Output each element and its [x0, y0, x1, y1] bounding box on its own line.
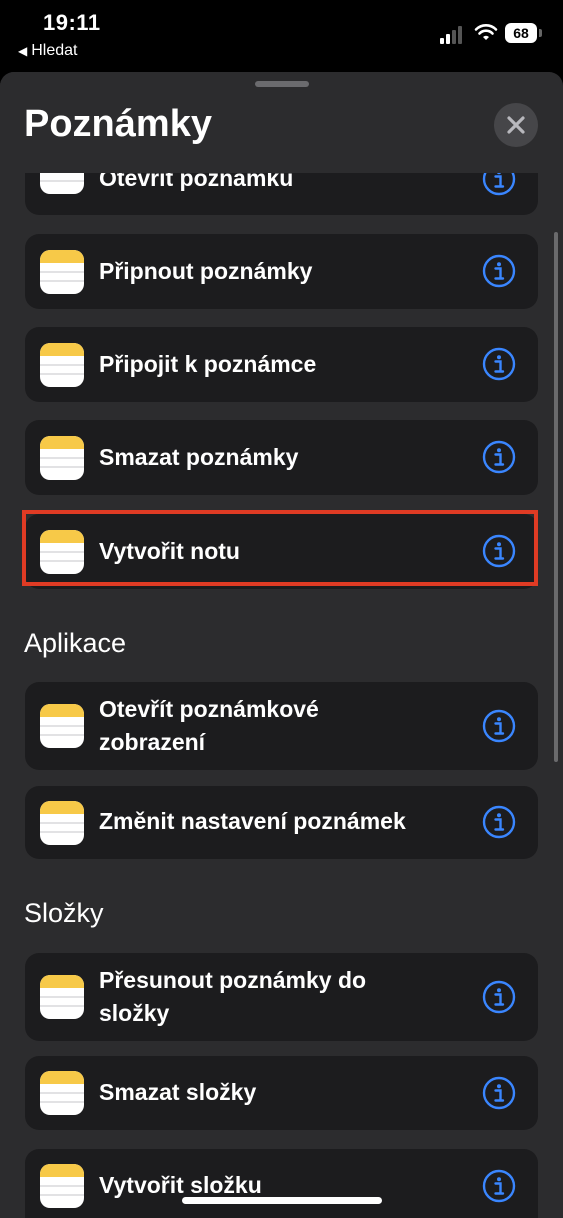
action-row-create-folder[interactable]: Vytvořit složku	[25, 1149, 538, 1218]
action-row-delete-folders[interactable]: Smazat složky	[25, 1056, 538, 1130]
notes-app-icon	[40, 801, 84, 845]
action-label: Otevřít poznámkové zobrazení	[99, 696, 319, 755]
section-title-folders: Složky	[24, 898, 104, 928]
action-row-move-notes-to-folder[interactable]: Přesunout poznámky do složky	[25, 953, 538, 1041]
action-row-change-notes-settings[interactable]: Změnit nastavení poznámek	[25, 786, 538, 859]
close-icon	[507, 116, 525, 134]
notes-app-icon	[40, 343, 84, 387]
action-label: Přesunout poznámky do složky	[99, 967, 367, 1026]
info-icon[interactable]	[482, 1076, 516, 1110]
actions-sheet: Poznámky Otevřít poznámku Poznámky	[0, 72, 563, 1218]
notes-app-icon	[40, 530, 84, 574]
info-icon[interactable]	[482, 805, 516, 839]
back-triangle-icon: ◀	[18, 44, 28, 58]
action-row-create-note[interactable]: Vytvořit notu	[25, 514, 538, 589]
notes-app-icon	[40, 1071, 84, 1115]
status-bar: 19:11 ◀ Hledat 68	[0, 0, 563, 68]
section-title-app: Aplikace	[24, 628, 127, 658]
action-label: Změnit nastavení poznámek	[99, 808, 406, 834]
info-icon[interactable]	[482, 534, 516, 568]
back-to-search-link[interactable]: ◀ Hledat	[18, 42, 77, 60]
back-link-label: Hledat	[31, 42, 78, 59]
notes-app-icon	[40, 436, 84, 480]
cellular-signal-icon	[440, 24, 466, 44]
action-label: Vytvořit notu	[99, 538, 240, 564]
notes-app-icon	[40, 1164, 84, 1208]
info-icon[interactable]	[482, 980, 516, 1014]
status-time: 19:11	[43, 10, 101, 35]
battery-tip	[539, 29, 542, 37]
battery-icon: 68	[505, 23, 537, 43]
scrollbar[interactable]	[554, 232, 558, 762]
home-indicator[interactable]	[182, 1197, 382, 1204]
notes-app-icon	[40, 250, 84, 294]
action-label: Připojit k poznámce	[99, 351, 317, 377]
action-label: Smazat poznámky	[99, 444, 299, 470]
close-button-overlay[interactable]	[494, 103, 538, 147]
info-icon[interactable]	[482, 1169, 516, 1203]
action-row-pin-notes[interactable]: Připnout poznámky	[25, 234, 538, 309]
info-icon[interactable]	[482, 254, 516, 288]
sheet-grabber-overlay	[255, 81, 309, 87]
info-icon[interactable]	[482, 347, 516, 381]
action-label: Připnout poznámky	[99, 258, 313, 284]
info-icon[interactable]	[482, 440, 516, 474]
action-row-append-to-note[interactable]: Připojit k poznámce	[25, 327, 538, 402]
action-label: Smazat složky	[99, 1079, 257, 1105]
action-row-delete-notes[interactable]: Smazat poznámky	[25, 420, 538, 495]
sheet-title-overlay: Poznámky	[24, 103, 212, 145]
header-backdrop: Poznámky	[0, 72, 550, 173]
notes-app-icon	[40, 704, 84, 748]
notes-app-icon	[40, 975, 84, 1019]
info-icon[interactable]	[482, 709, 516, 743]
action-row-open-notes-view[interactable]: Otevřít poznámkové zobrazení	[25, 682, 538, 770]
wifi-icon	[474, 24, 498, 40]
